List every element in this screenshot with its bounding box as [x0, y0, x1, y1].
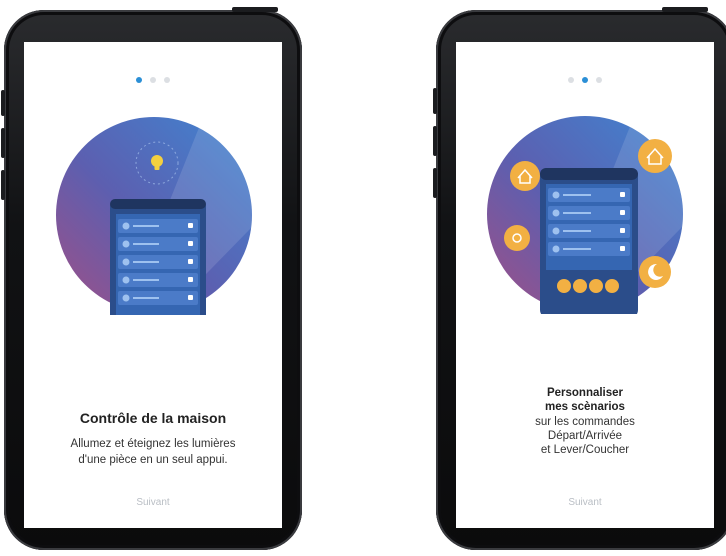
- description-line: sur les commandes: [535, 416, 635, 428]
- description-line: Allumez et éteignez les lumières: [70, 438, 236, 450]
- device-list-row: [548, 224, 630, 238]
- phone-mockup: [110, 199, 206, 315]
- screen-title: Contrôle de la maison: [79, 410, 227, 426]
- house-arrive-icon: [638, 139, 672, 173]
- device-list-row: [548, 206, 630, 220]
- onboarding-screen-scenarios: Personnaliser mes scènarios sur les comm…: [456, 42, 714, 528]
- device-list-row: [118, 237, 198, 251]
- device-list-row: [118, 255, 198, 269]
- volume-up-button: [1, 90, 5, 116]
- next-button[interactable]: Suivant: [24, 497, 282, 508]
- screen-description: Allumez et éteignez les lumières d'une p…: [24, 436, 282, 468]
- device-list-row: [548, 242, 630, 256]
- device-list-row: [118, 273, 198, 287]
- pagination-dot-2[interactable]: [150, 77, 156, 83]
- sun-icon: [504, 225, 530, 251]
- scenarios-illustration: [487, 116, 683, 314]
- phone-frame-right: Personnaliser mes scènarios sur les comm…: [433, 7, 726, 550]
- pagination-dot-1[interactable]: [136, 77, 142, 83]
- moon-icon: [639, 256, 671, 288]
- device-list-row: [118, 219, 198, 233]
- power-button: [232, 7, 278, 12]
- side-button: [433, 168, 437, 198]
- side-button: [1, 170, 5, 200]
- title-line: mes scènarios: [545, 401, 625, 413]
- pagination-dot-3[interactable]: [596, 77, 602, 83]
- screen-description: sur les commandes Départ/Arrivée et Leve…: [456, 415, 714, 457]
- device-list-row: [548, 188, 630, 202]
- volume-up-button: [433, 88, 437, 114]
- power-button: [662, 7, 708, 12]
- description-line: d'une pièce en un seul appui.: [78, 454, 228, 466]
- pagination-dot-3[interactable]: [164, 77, 170, 83]
- pagination-dot-2[interactable]: [582, 77, 588, 83]
- next-button[interactable]: Suivant: [456, 497, 714, 508]
- onboarding-screen-home-control: Contrôle de la maison Allumez et éteigne…: [24, 42, 282, 528]
- pagination-dot-1[interactable]: [568, 77, 574, 83]
- phone-frame-left: Contrôle de la maison Allumez et éteigne…: [1, 7, 302, 550]
- pagination-dots: [456, 77, 714, 83]
- home-control-illustration: [56, 117, 252, 315]
- device-list-row: [118, 291, 198, 305]
- description-line: et Lever/Coucher: [540, 444, 630, 456]
- volume-down-button: [433, 126, 437, 156]
- description-line: Départ/Arrivée: [547, 430, 623, 442]
- volume-down-button: [1, 128, 5, 158]
- phone-mockup: [540, 168, 638, 314]
- title-line: Personnaliser: [546, 387, 624, 399]
- pagination-dots: [24, 77, 282, 83]
- screen-title: Personnaliser mes scènarios: [456, 386, 714, 414]
- house-exit-icon: [510, 161, 540, 191]
